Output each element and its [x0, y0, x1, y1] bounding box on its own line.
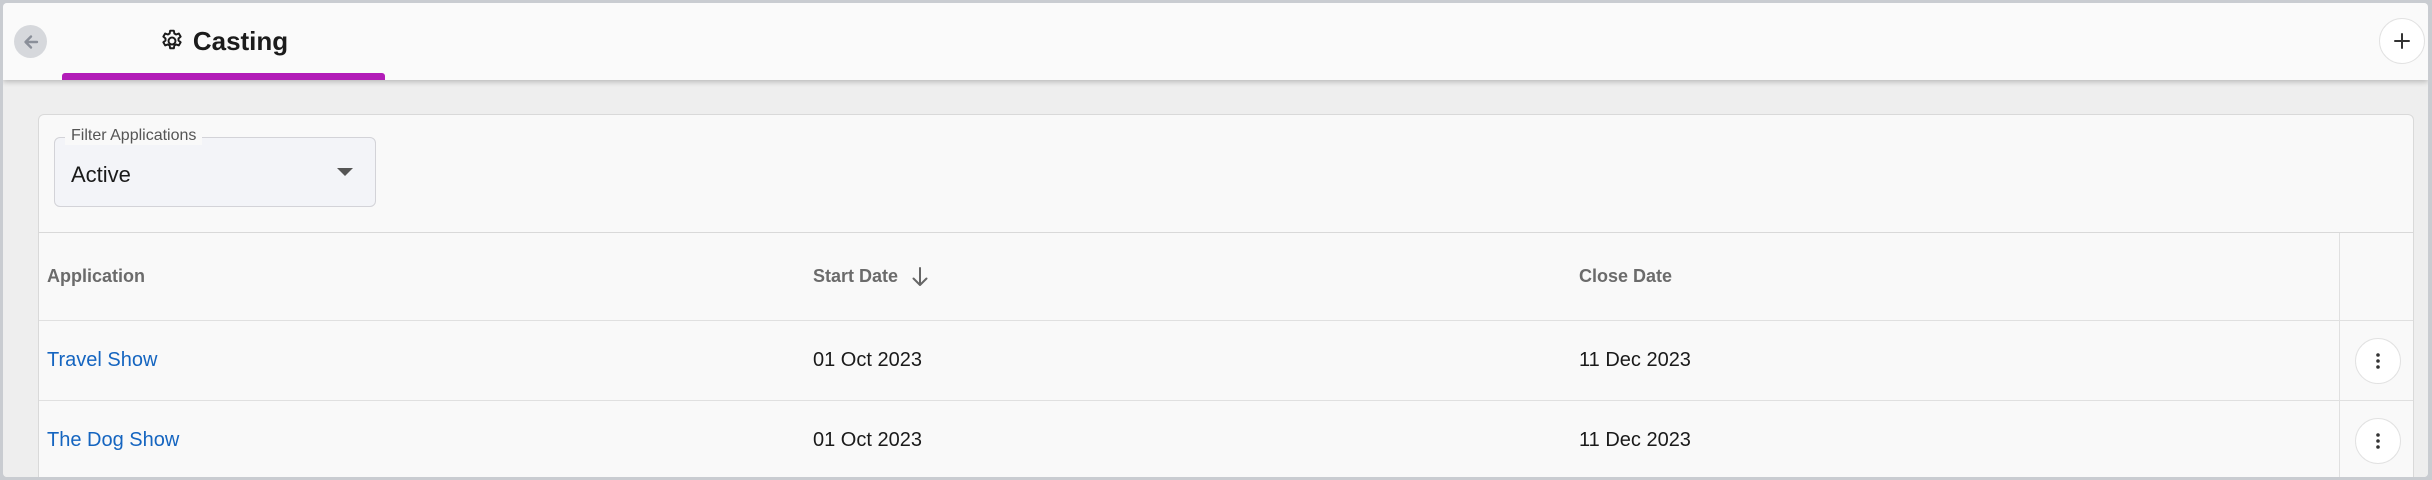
caret-down-icon [337, 168, 353, 176]
app-window: Casting Filter Applications Active Appli… [3, 3, 2428, 477]
close-date-cell: 11 Dec 2023 [1579, 349, 1691, 371]
applications-table: Application Start Date Close Date Travel… [39, 232, 2413, 477]
filter-value: Active [71, 162, 131, 187]
add-button[interactable] [2379, 18, 2425, 64]
more-vertical-icon [2375, 431, 2381, 451]
start-date-cell: 01 Oct 2023 [813, 429, 922, 451]
table-row: The Dog Show 01 Oct 2023 11 Dec 2023 [39, 401, 2413, 477]
main-content: Filter Applications Active Application S… [3, 80, 2428, 477]
column-header-start-date[interactable]: Start Date [813, 266, 898, 287]
plus-icon [2392, 31, 2412, 51]
filter-label: Filter Applications [65, 127, 203, 145]
application-link[interactable]: The Dog Show [47, 429, 179, 452]
actions-header-cell [2339, 233, 2415, 320]
table-header-row: Application Start Date Close Date [39, 233, 2413, 321]
gear-icon [159, 28, 185, 54]
application-link[interactable]: Travel Show [47, 349, 157, 372]
active-tab-indicator [62, 73, 385, 80]
arrow-left-icon [21, 32, 41, 52]
arrow-down-icon[interactable] [910, 266, 930, 288]
column-header-application[interactable]: Application [47, 266, 145, 287]
more-vertical-icon [2375, 351, 2381, 371]
close-date-cell: 11 Dec 2023 [1579, 429, 1691, 451]
row-actions-button[interactable] [2354, 417, 2401, 464]
start-date-cell: 01 Oct 2023 [813, 349, 922, 371]
applications-card: Filter Applications Active Application S… [38, 114, 2414, 477]
top-bar: Casting [3, 3, 2428, 80]
back-button[interactable] [14, 25, 47, 58]
table-row: Travel Show 01 Oct 2023 11 Dec 2023 [39, 321, 2413, 401]
row-actions-button[interactable] [2354, 337, 2401, 384]
column-header-close-date[interactable]: Close Date [1579, 266, 1672, 287]
filter-applications-select[interactable]: Filter Applications Active [54, 127, 376, 207]
tab-casting[interactable]: Casting [62, 3, 385, 80]
tab-label: Casting [192, 25, 289, 56]
